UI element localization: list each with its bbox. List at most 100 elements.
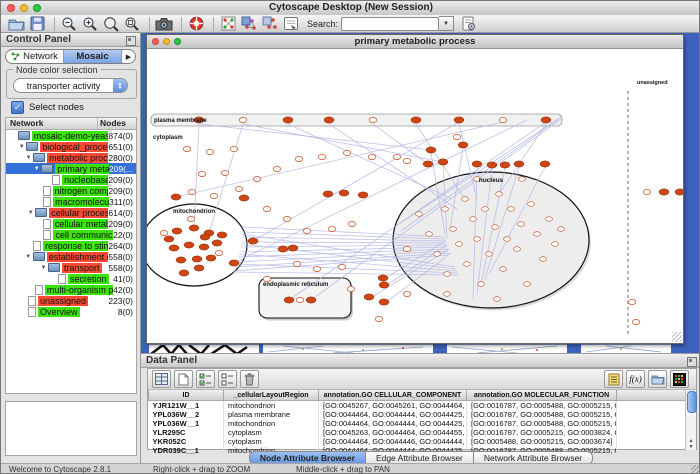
unselect-attributes-icon[interactable] [218, 370, 237, 388]
network-node[interactable] [323, 191, 333, 197]
column-header-molecular-function[interactable]: annotation.GO MOLECULAR_FUNCTION [467, 390, 617, 401]
network-node[interactable] [343, 150, 351, 155]
zoom-out-icon[interactable] [60, 16, 78, 32]
network-node[interactable] [318, 154, 326, 159]
table-cell[interactable]: YPL036W__1 [149, 419, 224, 428]
tab-network[interactable]: Network [6, 50, 64, 63]
network-node[interactable] [438, 159, 448, 165]
app-titlebar[interactable]: Cytoscape Desktop (New Session) [1, 1, 700, 16]
network-node[interactable] [632, 319, 640, 324]
network-node[interactable] [199, 244, 209, 250]
network-node[interactable] [183, 146, 191, 151]
network-node[interactable] [403, 158, 411, 163]
network-node[interactable] [450, 227, 457, 232]
network-node[interactable] [514, 161, 524, 167]
network-node[interactable] [184, 242, 194, 248]
network-node[interactable] [500, 267, 507, 272]
tab-mosaic[interactable]: Mosaic [64, 50, 122, 63]
network-node[interactable] [273, 166, 281, 171]
network-node[interactable] [416, 212, 423, 217]
network-node[interactable] [453, 134, 461, 139]
network-node[interactable] [210, 193, 218, 198]
tree-item[interactable]: nucleobase-209(0) [6, 174, 136, 185]
network-node[interactable] [541, 117, 551, 123]
table-cell[interactable]: YLR295C [149, 428, 224, 437]
table-cell[interactable]: YKR052C [149, 437, 224, 446]
network-node[interactable] [558, 227, 565, 232]
region-mitochondrion[interactable] [147, 204, 247, 286]
network-node[interactable] [293, 261, 301, 266]
search-config-icon[interactable] [459, 16, 477, 32]
network-node[interactable] [206, 149, 214, 154]
table-row[interactable]: YLR295Ccytoplasm[GO:0045263, GO:0044464,… [149, 428, 686, 437]
network-node[interactable] [540, 161, 550, 167]
network-node[interactable] [358, 192, 368, 198]
app-resize-grip[interactable] [691, 465, 700, 474]
network-node[interactable] [518, 222, 525, 227]
network-node[interactable] [171, 194, 181, 200]
network-node[interactable] [200, 234, 210, 240]
network-node[interactable] [198, 171, 206, 176]
network-node[interactable] [284, 297, 294, 303]
network-node[interactable] [426, 147, 436, 153]
table-cell[interactable]: [GO:0016787, GO:0005488, GO:0005215, G..… [467, 410, 617, 419]
network-node[interactable] [338, 264, 346, 269]
network-node[interactable] [534, 232, 541, 237]
table-cell[interactable]: [GO:0045267, GO:0045261, GO:0044464, G..… [319, 401, 467, 411]
tree-item[interactable]: ▼metabolic process280(0) [6, 152, 136, 163]
network-canvas[interactable]: plasma membranecytoplasmmitochondrionnuc… [147, 49, 683, 343]
network-view-titlebar[interactable]: primary metabolic process [147, 35, 683, 49]
network-node[interactable] [643, 189, 651, 194]
network-node[interactable] [675, 189, 683, 195]
network-node[interactable] [369, 117, 377, 122]
network-node[interactable] [474, 237, 481, 242]
table-cell[interactable]: mitochondrion [224, 419, 319, 428]
network-node[interactable] [379, 299, 389, 305]
network-node[interactable] [283, 117, 293, 123]
add-network-icon[interactable] [240, 16, 258, 32]
table-cell[interactable]: [GO:0044464, GO:0044444, GO:0044425, G..… [319, 419, 467, 428]
select-nodes-checkbox[interactable]: ✓ [11, 101, 24, 114]
network-node[interactable] [423, 161, 433, 167]
network-node[interactable] [470, 217, 477, 222]
region-nucleus[interactable] [393, 172, 589, 308]
import-attributes-icon[interactable] [648, 370, 667, 388]
network-node[interactable] [288, 245, 298, 251]
network-node[interactable] [492, 225, 499, 230]
network-node[interactable] [239, 117, 247, 122]
network-node[interactable] [504, 237, 511, 242]
network-node[interactable] [347, 286, 355, 291]
table-cell[interactable]: YJR121W__1 [149, 401, 224, 411]
network-node[interactable] [160, 230, 168, 235]
network-node[interactable] [486, 252, 493, 257]
tree-item[interactable]: multi-organism pro42(0) [6, 284, 136, 295]
network-node[interactable] [411, 117, 421, 123]
table-cell[interactable]: mitochondrion [224, 401, 319, 411]
tree-expand-arrow[interactable]: ▼ [26, 210, 35, 216]
network-node[interactable] [494, 297, 501, 302]
network-node[interactable] [454, 117, 464, 123]
network-node[interactable] [403, 291, 411, 296]
network-node[interactable] [306, 297, 316, 303]
window-resize-grip[interactable] [672, 332, 682, 342]
network-panel-icon[interactable] [219, 16, 237, 32]
tree-item[interactable]: response to stimulu264(0) [6, 240, 136, 251]
node-color-dropdown[interactable]: transporter activity ▲▼ [13, 78, 128, 93]
network-node[interactable] [194, 265, 204, 271]
table-cell[interactable]: [GO:0045263, GO:0044464, GO:0044455, G..… [319, 428, 467, 437]
network-node[interactable] [348, 221, 356, 226]
table-row[interactable]: YPL036W__2plasma membrane[GO:0044464, GO… [149, 410, 686, 419]
column-header-cellular-component[interactable]: annotation.GO CELLULAR_COMPONENT [319, 390, 467, 401]
table-row[interactable]: YJR121W__1mitochondrion[GO:0045267, GO:0… [149, 401, 686, 411]
network-node[interactable] [339, 190, 349, 196]
network-node[interactable] [393, 154, 401, 159]
network-node[interactable] [206, 255, 216, 261]
tabs-overflow-arrow[interactable]: ▶ [122, 50, 135, 63]
network-node[interactable] [546, 217, 553, 222]
network-node[interactable] [508, 207, 515, 212]
tree-item[interactable]: secretion41(0) [6, 273, 136, 284]
network-node[interactable] [524, 282, 531, 287]
network-node[interactable] [444, 292, 451, 297]
network-node[interactable] [179, 270, 189, 276]
network-node[interactable] [303, 228, 311, 233]
